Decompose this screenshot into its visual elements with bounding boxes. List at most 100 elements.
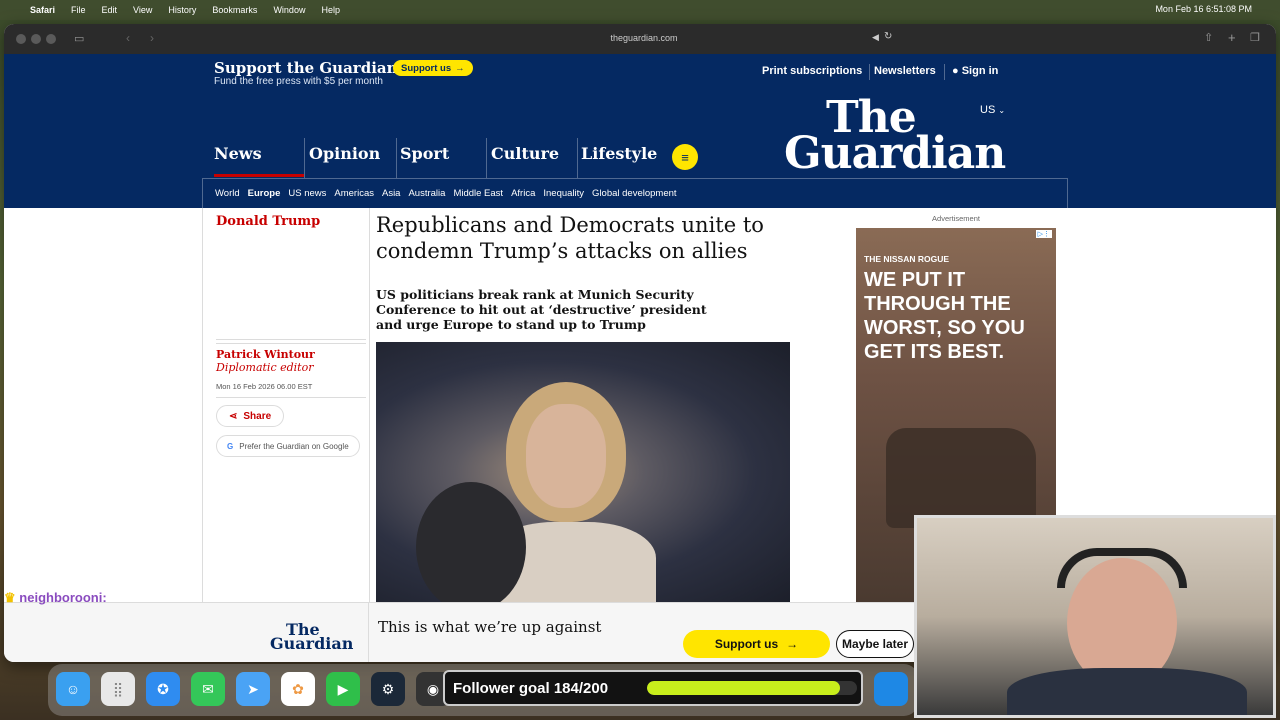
support-title: Support the Guardian [214,59,398,77]
menubar: Safari File Edit View History Bookmarks … [0,0,1280,20]
finder-icon[interactable]: ☺ [56,672,90,706]
newsletters-link[interactable]: Newsletters [874,65,936,77]
active-pillar-indicator [214,174,304,177]
safari-icon[interactable]: ✪ [146,672,180,706]
messages-icon[interactable]: ✉ [191,672,225,706]
subnav-europe[interactable]: Europe [248,188,281,199]
print-subscriptions-link[interactable]: Print subscriptions [762,65,862,77]
menu-view[interactable]: View [133,5,152,15]
close-window-button[interactable] [16,34,26,44]
banner-text: This is what we’re up against [378,618,602,636]
share-button[interactable]: ⋖ Share [216,405,285,427]
address-bar[interactable]: theguardian.com [604,33,684,43]
zoom-window-button[interactable] [46,34,56,44]
chevron-down-icon: ⌄ [998,106,1006,115]
ad-vehicle [886,428,1036,528]
share-icon[interactable]: ⇧ [1204,31,1213,44]
menu-bookmarks[interactable]: Bookmarks [212,5,257,15]
arrow-right-icon: → [786,637,799,651]
app-store-icon[interactable] [874,672,908,706]
maps-icon[interactable]: ➤ [236,672,270,706]
adchoices-icon[interactable]: ▷⋮ [1035,230,1052,238]
new-tab-icon[interactable]: + [1228,30,1236,45]
subnav-africa[interactable]: Africa [511,188,535,199]
arrow-right-icon: → [455,62,465,74]
menubar-clock[interactable]: Mon Feb 16 6:51:08 PM [1155,4,1252,14]
pillar-lifestyle[interactable]: Lifestyle [577,144,657,163]
chat-username: neighborooni: [19,590,107,605]
prefer-on-google-button[interactable]: G Prefer the Guardian on Google [216,435,360,457]
logo-line2: Guardian [784,128,1006,179]
minimize-window-button[interactable] [31,34,41,44]
menu-icon[interactable]: ≡ [672,144,698,170]
menu-help[interactable]: Help [321,5,340,15]
follower-goal: Follower goal 184/200 [443,670,863,706]
streamer-shirt [1007,668,1247,715]
photo-foreground-figure [416,482,526,602]
support-us-label: Support us [401,62,452,74]
subnav-asia[interactable]: Asia [382,188,400,199]
steam-icon[interactable]: ⚙ [371,672,405,706]
divider [216,397,366,398]
back-icon[interactable]: ‹ [126,31,130,45]
banner-support-label: Support us [714,637,779,651]
author-role: Diplomatic editor [216,361,314,374]
crown-icon: ♛ [4,590,16,605]
follower-progress-bar [647,681,857,695]
menu-file[interactable]: File [71,5,86,15]
user-icon: ● [952,65,959,77]
subnav-global-development[interactable]: Global development [592,188,677,199]
article-kicker[interactable]: Donald Trump [216,214,320,229]
photos-icon[interactable]: ✿ [281,672,315,706]
sign-in-label: Sign in [961,65,999,77]
site-header: Support the Guardian Fund the free press… [4,54,1276,208]
article-photo [376,342,790,602]
subnav-inequality[interactable]: Inequality [543,188,584,199]
facetime-icon[interactable]: ▶ [326,672,360,706]
reload-icon[interactable]: ↻ [884,31,892,42]
sub-navigation: World Europe US news Americas Asia Austr… [202,178,1068,208]
sidebar-icon[interactable]: ▭ [74,32,84,45]
maybe-later-button[interactable]: Maybe later [836,630,914,658]
subnav-us-news[interactable]: US news [288,188,326,199]
google-icon: G [227,441,234,451]
menu-history[interactable]: History [168,5,196,15]
launchpad-icon[interactable]: ⣿ [101,672,135,706]
pillar-news[interactable]: News [210,144,262,163]
photo-subject-face [526,404,606,508]
pillar-opinion[interactable]: Opinion [305,144,380,163]
guardian-logo[interactable]: The Guardian [784,96,1006,179]
support-us-button[interactable]: Support us → [393,60,473,76]
pillar-sport[interactable]: Sport [396,144,449,163]
follower-progress-fill [647,681,841,695]
edition-selector[interactable]: US ⌄ [980,104,1005,116]
headset-icon [1057,548,1187,588]
divider [368,603,369,662]
chat-message: ♛ neighborooni: [4,590,107,606]
banner-support-button[interactable]: Support us → [683,630,830,658]
browser-toolbar: ▭ ‹ › theguardian.com ◀ ↻ ⇧ + ❐ [4,24,1276,54]
banner-logo-line2: Guardian [270,634,354,653]
speaker-icon[interactable]: ◀ [872,32,879,43]
menu-safari[interactable]: Safari [30,5,55,15]
menu-window[interactable]: Window [273,5,305,15]
pillar-culture[interactable]: Culture [487,144,559,163]
subnav-australia[interactable]: Australia [408,188,445,199]
article-headline: Republicans and Democrats unite to conde… [376,213,764,263]
webcam-overlay [914,515,1276,718]
prefer-label: Prefer the Guardian on Google [239,441,349,451]
tab-overview-icon[interactable]: ❐ [1250,31,1260,44]
author-name[interactable]: Patrick Wintour [216,348,315,361]
divider [944,64,945,80]
menu-edit[interactable]: Edit [102,5,118,15]
subnav-americas[interactable]: Americas [334,188,374,199]
follower-goal-text: Follower goal 184/200 [453,680,609,697]
subnav-world[interactable]: World [215,188,240,199]
forward-icon[interactable]: › [150,31,154,45]
divider [216,339,366,344]
subnav-middle-east[interactable]: Middle East [453,188,503,199]
banner-guardian-logo: The Guardian [270,622,354,653]
article-standfirst: US politicians break rank at Munich Secu… [376,287,707,332]
ad-headline: WE PUT IT THROUGH THE WORST, SO YOU GET … [864,269,1025,363]
sign-in-link[interactable]: ● Sign in [952,65,998,77]
